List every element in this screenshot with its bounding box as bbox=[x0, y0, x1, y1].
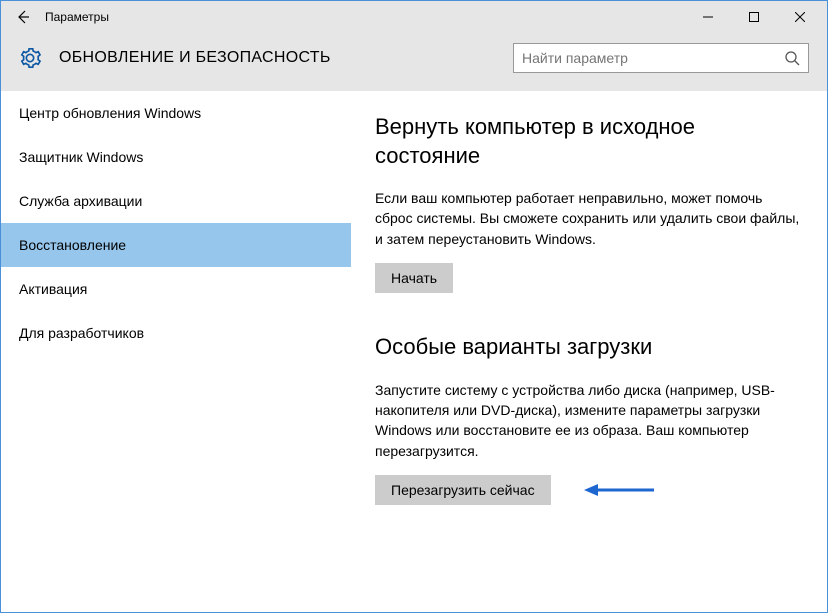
gear-icon bbox=[19, 47, 41, 69]
content: Центр обновления Windows Защитник Window… bbox=[1, 91, 827, 612]
search-input[interactable] bbox=[522, 50, 784, 66]
reset-start-button[interactable]: Начать bbox=[375, 263, 453, 293]
header: ОБНОВЛЕНИЕ И БЕЗОПАСНОСТЬ bbox=[1, 33, 827, 91]
sidebar-item-label: Служба архивации bbox=[19, 193, 142, 209]
sidebar-item-update[interactable]: Центр обновления Windows bbox=[1, 91, 351, 135]
titlebar: Параметры bbox=[1, 1, 827, 33]
section-reset: Вернуть компьютер в исходное состояние Е… bbox=[375, 113, 803, 293]
back-button[interactable] bbox=[5, 2, 41, 32]
close-button[interactable] bbox=[777, 2, 823, 32]
window-title: Параметры bbox=[45, 10, 109, 24]
sidebar-item-developers[interactable]: Для разработчиков bbox=[1, 311, 351, 355]
sidebar-item-label: Активация bbox=[19, 281, 87, 297]
header-title: ОБНОВЛЕНИЕ И БЕЗОПАСНОСТЬ bbox=[59, 49, 331, 67]
sidebar-item-activation[interactable]: Активация bbox=[1, 267, 351, 311]
section-title-reset: Вернуть компьютер в исходное состояние bbox=[375, 113, 803, 170]
section-desc-reset: Если ваш компьютер работает неправильно,… bbox=[375, 188, 803, 249]
sidebar-item-label: Центр обновления Windows bbox=[19, 105, 201, 121]
sidebar-item-backup[interactable]: Служба архивации bbox=[1, 179, 351, 223]
annotation-arrow-icon bbox=[584, 481, 654, 502]
minimize-button[interactable] bbox=[685, 2, 731, 32]
sidebar: Центр обновления Windows Защитник Window… bbox=[1, 91, 351, 612]
section-desc-advanced: Запустите систему с устройства либо диск… bbox=[375, 380, 803, 461]
sidebar-item-label: Защитник Windows bbox=[19, 149, 143, 165]
restart-now-button[interactable]: Перезагрузить сейчас bbox=[375, 475, 551, 505]
sidebar-item-label: Восстановление bbox=[19, 237, 126, 253]
maximize-button[interactable] bbox=[731, 2, 777, 32]
search-icon bbox=[784, 50, 800, 66]
sidebar-item-defender[interactable]: Защитник Windows bbox=[1, 135, 351, 179]
sidebar-item-recovery[interactable]: Восстановление bbox=[1, 223, 351, 267]
section-advanced: Особые варианты загрузки Запустите систе… bbox=[375, 333, 803, 505]
search-box[interactable] bbox=[513, 43, 809, 73]
window-controls bbox=[685, 2, 823, 32]
section-title-advanced: Особые варианты загрузки bbox=[375, 333, 803, 362]
sidebar-item-label: Для разработчиков bbox=[19, 325, 144, 341]
main: Вернуть компьютер в исходное состояние Е… bbox=[351, 91, 827, 612]
